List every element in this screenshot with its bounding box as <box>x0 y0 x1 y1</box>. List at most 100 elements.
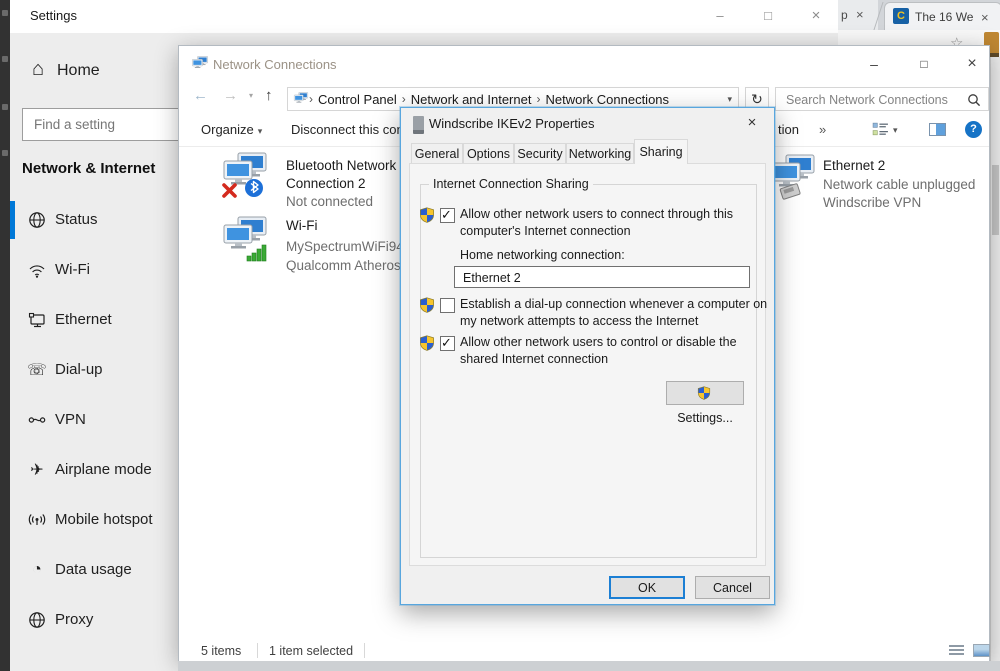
location-icon <box>293 92 309 107</box>
sharing-tab-page: Internet Connection Sharing Allow other … <box>409 163 766 566</box>
search-input[interactable] <box>32 116 176 133</box>
pc-wifi-icon <box>221 216 269 267</box>
cancel-button[interactable]: Cancel <box>695 576 770 599</box>
home-networking-label: Home networking connection: <box>460 248 625 262</box>
allow-connect-checkbox[interactable] <box>440 208 455 223</box>
explorer-window-title: Network Connections <box>213 57 337 72</box>
maximize-icon[interactable]: □ <box>906 51 942 77</box>
refresh-icon: ↻ <box>751 91 763 107</box>
pc-bluetooth-icon <box>221 152 269 203</box>
overflow-icon[interactable]: » <box>819 122 826 137</box>
dialup-on-demand-checkbox[interactable] <box>440 298 455 313</box>
site-favicon: C <box>893 8 909 24</box>
home-networking-select[interactable] <box>454 266 750 288</box>
chevron-icon: › <box>309 92 313 106</box>
organize-button[interactable]: Organize▾ <box>201 122 262 137</box>
minimize-icon[interactable]: – <box>703 4 737 28</box>
sidebar-item-home[interactable]: Home <box>57 62 100 80</box>
background-window-edge <box>0 0 10 671</box>
close-icon[interactable]: × <box>799 4 833 28</box>
vpn-icon <box>24 395 50 445</box>
background-icon <box>2 150 8 156</box>
sidebar-item-airplane-mode[interactable]: ✈ Airplane mode <box>10 445 178 495</box>
tab-networking[interactable]: Networking <box>566 143 634 163</box>
sidebar-item-wifi[interactable]: Wi-Fi <box>10 245 178 295</box>
background-icon <box>2 56 8 62</box>
phone-icon: ☏ <box>24 345 50 395</box>
chevron-down-icon[interactable]: ▾ <box>727 94 732 105</box>
help-icon[interactable]: ? <box>965 121 982 138</box>
maximize-icon[interactable]: □ <box>751 4 785 28</box>
background-icon <box>2 10 8 16</box>
settings-titlebar[interactable]: Settings – □ × <box>10 0 838 33</box>
tab-general[interactable]: General <box>411 143 463 163</box>
screen: Settings – □ × ⌂ Home Network & Internet… <box>0 0 1000 671</box>
uac-shield-icon <box>697 389 711 403</box>
status-bar: 5 items 1 item selected <box>179 640 989 661</box>
dialog-title: Windscribe IKEv2 Properties <box>429 116 594 131</box>
details-view-icon[interactable] <box>949 645 964 657</box>
tab-sharing[interactable]: Sharing <box>634 139 688 164</box>
breadcrumb-item[interactable]: Network Connections <box>545 92 669 107</box>
close-icon[interactable]: × <box>856 7 864 22</box>
background-icon <box>2 104 8 110</box>
thumbnail-view-icon[interactable] <box>973 644 990 657</box>
tab-title: The 16 We <box>915 10 977 24</box>
sidebar-item-proxy[interactable]: Proxy <box>10 595 178 645</box>
desktop-strip <box>178 661 1000 671</box>
internet-connection-sharing-group: Internet Connection Sharing <box>420 184 757 558</box>
uac-shield-icon <box>419 207 435 223</box>
sidebar-item-vpn[interactable]: VPN <box>10 395 178 445</box>
tab-options[interactable]: Options <box>463 143 514 163</box>
sidebar-item-dialup[interactable]: ☏ Dial-up <box>10 345 178 395</box>
history-dropdown-icon[interactable]: ▾ <box>249 91 253 100</box>
ok-button[interactable]: OK <box>609 576 685 599</box>
close-icon[interactable]: × <box>981 10 989 25</box>
globe-icon <box>24 595 50 645</box>
network-connections-icon <box>191 56 209 78</box>
settings-button[interactable]: Settings... <box>666 381 744 405</box>
explorer-searchbox[interactable] <box>775 87 989 111</box>
dialog-icon <box>413 116 424 134</box>
pc-ethernet-icon <box>769 154 817 205</box>
browser-tab-active[interactable]: C The 16 We × <box>884 2 1000 31</box>
preview-pane-icon[interactable] <box>929 123 946 136</box>
chevron-icon: › <box>536 92 540 106</box>
explorer-titlebar[interactable]: Network Connections – □ × <box>179 46 989 84</box>
minimize-icon[interactable]: – <box>856 51 892 77</box>
allow-control-checkbox[interactable] <box>440 336 455 351</box>
home-networking-value[interactable] <box>461 270 745 286</box>
sidebar-item-data-usage[interactable]: ◔ Data usage <box>10 545 178 595</box>
group-label: Internet Connection Sharing <box>429 177 593 191</box>
settings-window-title: Settings <box>30 8 77 23</box>
chevron-icon: › <box>402 92 406 106</box>
sidebar-item-mobile-hotspot[interactable]: Mobile hotspot <box>10 495 178 545</box>
browser-tab-partial[interactable]: p × <box>838 0 878 30</box>
ethernet-icon <box>24 295 50 345</box>
find-setting-searchbox[interactable] <box>22 108 180 141</box>
globe-icon <box>24 195 50 245</box>
breadcrumb-item[interactable]: Network and Internet <box>411 92 532 107</box>
sidebar-item-ethernet[interactable]: Ethernet <box>10 295 178 345</box>
view-dropdown-icon[interactable]: ▾ <box>893 125 898 136</box>
toolbar-fragment: tion <box>778 122 799 137</box>
breadcrumb-item[interactable]: Control Panel <box>318 92 397 107</box>
back-icon[interactable]: ← <box>193 87 208 104</box>
tab-security[interactable]: Security <box>514 143 566 163</box>
close-icon[interactable]: × <box>954 51 990 77</box>
sidebar-item-status[interactable]: Status <box>10 195 178 245</box>
uac-shield-icon <box>419 335 435 351</box>
items-count: 5 items <box>201 644 241 658</box>
search-input[interactable] <box>784 92 968 108</box>
wifi-icon <box>24 245 50 295</box>
pie-icon: ◔ <box>24 545 50 595</box>
scrollbar[interactable] <box>992 165 999 235</box>
hotspot-icon <box>24 495 50 545</box>
view-list-icon[interactable] <box>872 122 889 142</box>
uac-shield-icon <box>419 297 435 313</box>
up-icon[interactable]: ↑ <box>265 87 273 104</box>
forward-icon[interactable]: → <box>223 87 238 104</box>
close-icon[interactable]: × <box>742 114 762 131</box>
selection-count: 1 item selected <box>269 644 353 658</box>
page-title: Network & Internet <box>22 160 155 177</box>
